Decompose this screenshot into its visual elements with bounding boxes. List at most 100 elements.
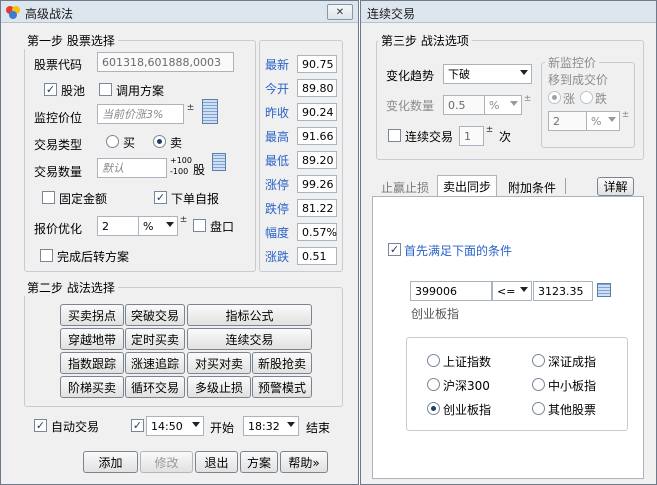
- quote-opt-unit-select[interactable]: %: [138, 216, 178, 236]
- exit-button[interactable]: 退出: [195, 451, 238, 473]
- step2-title: 第二步 战法选择: [24, 279, 118, 296]
- sell-radio[interactable]: [153, 135, 166, 148]
- continuous-checkbox[interactable]: [388, 129, 401, 142]
- index-option-radio[interactable]: [532, 402, 545, 415]
- monitor-down-radio[interactable]: [580, 91, 593, 104]
- continuous-unit: 次: [499, 130, 512, 144]
- trend-select[interactable]: 下破: [443, 64, 532, 84]
- quote-opt-field[interactable]: 2: [97, 216, 139, 236]
- price-value: 89.20: [297, 151, 337, 169]
- strategy-pair-trade-button[interactable]: 对买对卖: [187, 352, 251, 374]
- time-enable-checkbox[interactable]: ✓: [131, 419, 144, 432]
- index-option-label: 其他股票: [548, 403, 597, 417]
- index-option-radio[interactable]: [427, 402, 440, 415]
- strategy-indicator-formula-button[interactable]: 指标公式: [187, 304, 312, 326]
- strategy-loop-trade-button[interactable]: 循环交易: [125, 376, 185, 398]
- index-option-label: 中小板指: [548, 379, 597, 393]
- price-label: 幅度: [265, 226, 290, 240]
- buy-label: 买: [123, 136, 136, 150]
- modify-button[interactable]: 修改: [140, 451, 193, 473]
- price-value: 0.57%: [297, 223, 337, 241]
- trend-label: 变化趋势: [386, 69, 435, 83]
- auto-trade-checkbox[interactable]: ✓: [34, 419, 47, 432]
- tab-sell-sync[interactable]: 卖出同步: [437, 175, 497, 197]
- finish-switch-checkbox[interactable]: [40, 249, 53, 262]
- qty-calc-icon[interactable]: [212, 153, 226, 171]
- monitor-price-field[interactable]: 当前价涨3%: [97, 104, 184, 124]
- monitor-price-picker-icon[interactable]: [202, 99, 218, 124]
- title-bar[interactable]: 连续交易: [361, 1, 656, 23]
- tab-takeprofit-stoploss[interactable]: 止赢止损: [374, 177, 436, 197]
- pankou-label: 盘口: [210, 220, 235, 234]
- new-monitor-field[interactable]: 2: [548, 111, 587, 131]
- buy-radio[interactable]: [106, 135, 119, 148]
- continuous-count-stepper[interactable]: ±: [485, 126, 494, 146]
- new-monitor-unit-select[interactable]: %: [586, 111, 620, 131]
- price-label: 涨停: [265, 178, 290, 192]
- detail-button[interactable]: 详解: [597, 177, 634, 196]
- plan-button[interactable]: 方案: [240, 451, 278, 473]
- price-label: 昨收: [265, 106, 290, 120]
- index-option-label: 深证成指: [548, 355, 597, 369]
- index-option-label: 上证指数: [443, 355, 492, 369]
- strategy-ipo-sell-button[interactable]: 新股抢卖: [252, 352, 312, 374]
- operator-select[interactable]: <=: [492, 281, 532, 301]
- index-code-field[interactable]: 399006: [410, 281, 492, 301]
- end-label: 结束: [306, 421, 331, 435]
- use-plan-label: 调用方案: [116, 84, 165, 98]
- stock-pool-label: 股池: [61, 84, 86, 98]
- monitor-up-radio[interactable]: [548, 91, 561, 104]
- pankou-checkbox[interactable]: [193, 219, 206, 232]
- strategy-cross-zone-button[interactable]: 穿越地带: [60, 328, 124, 350]
- strategy-multi-stoploss-button[interactable]: 多级止损: [187, 376, 251, 398]
- stock-code-field[interactable]: 601318,601888,0003: [97, 52, 234, 72]
- end-time-select[interactable]: 18:32: [243, 416, 299, 436]
- qty-step-up[interactable]: +100: [170, 156, 192, 165]
- index-name-label: 创业板指: [411, 307, 460, 321]
- tab-extra-conditions[interactable]: 附加条件: [500, 177, 564, 197]
- price-value: 90.24: [297, 103, 337, 121]
- monitor-price-stepper[interactable]: ±: [186, 104, 195, 124]
- change-qty-field[interactable]: 0.5: [443, 95, 485, 115]
- price-value: 0.51: [297, 247, 337, 265]
- qty-step-down[interactable]: -100: [170, 167, 188, 176]
- strategy-index-tracking-button[interactable]: 指数跟踪: [60, 352, 124, 374]
- change-qty-unit-select[interactable]: %: [484, 95, 522, 115]
- index-option-radio[interactable]: [427, 378, 440, 391]
- strategy-ladder-trade-button[interactable]: 阶梯买卖: [60, 376, 124, 398]
- strategy-speed-chase-button[interactable]: 涨速追踪: [125, 352, 185, 374]
- threshold-field[interactable]: 3123.35: [533, 281, 593, 301]
- change-qty-label: 变化数量: [386, 99, 435, 113]
- self-report-checkbox[interactable]: ✓: [154, 191, 167, 204]
- use-plan-checkbox[interactable]: [99, 83, 112, 96]
- close-icon[interactable]: ✕: [327, 4, 353, 20]
- strategy-alert-mode-button[interactable]: 预警模式: [252, 376, 312, 398]
- trade-qty-field[interactable]: 默认: [97, 158, 167, 178]
- strategy-continuous-trade-button[interactable]: 连续交易: [187, 328, 312, 350]
- strategy-turning-point-button[interactable]: 买卖拐点: [60, 304, 124, 326]
- first-condition-checkbox[interactable]: ✓: [388, 243, 401, 256]
- trade-qty-label: 交易数量: [34, 165, 83, 179]
- strategy-breakout-button[interactable]: 突破交易: [125, 304, 185, 326]
- stock-pool-checkbox[interactable]: ✓: [44, 83, 57, 96]
- start-time-select[interactable]: 14:50: [146, 416, 204, 436]
- new-monitor-title: 新监控价: [545, 54, 600, 71]
- new-monitor-stepper[interactable]: ±: [621, 111, 630, 131]
- continuous-count-field[interactable]: 1: [459, 126, 484, 146]
- price-label: 涨跌: [265, 250, 290, 264]
- index-option-radio[interactable]: [427, 354, 440, 367]
- index-option-radio[interactable]: [532, 354, 545, 367]
- strategy-timed-trade-button[interactable]: 定时买卖: [125, 328, 185, 350]
- price-value: 90.75: [297, 55, 337, 73]
- stock-code-label: 股票代码: [34, 58, 83, 72]
- help-button[interactable]: 帮助»: [280, 451, 328, 473]
- index-option-radio[interactable]: [532, 378, 545, 391]
- trade-type-label: 交易类型: [34, 138, 83, 152]
- fixed-amount-checkbox[interactable]: [42, 191, 55, 204]
- change-qty-stepper[interactable]: ±: [523, 95, 532, 115]
- threshold-picker-icon[interactable]: [597, 283, 611, 297]
- start-label: 开始: [210, 421, 235, 435]
- add-button[interactable]: 添加: [83, 451, 138, 473]
- title-bar[interactable]: 高级战法: [1, 1, 358, 23]
- quote-opt-stepper[interactable]: ±: [179, 216, 188, 236]
